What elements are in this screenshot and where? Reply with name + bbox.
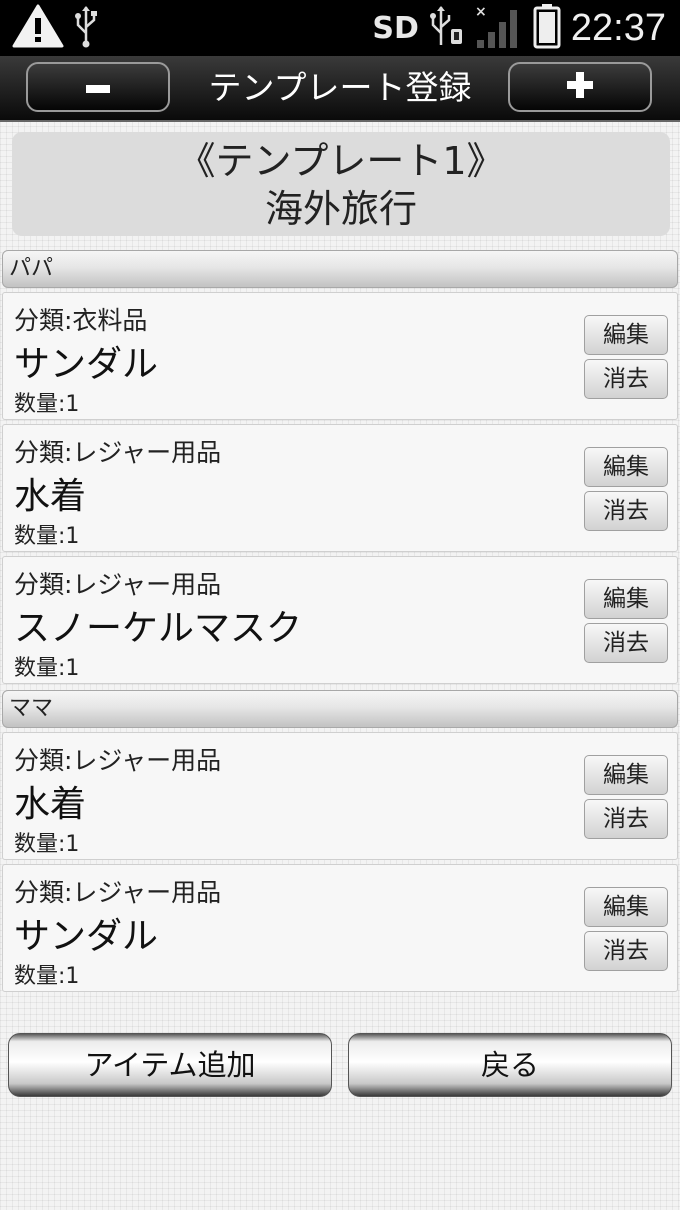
delete-button[interactable]: 消去 bbox=[584, 359, 668, 399]
usb-icon bbox=[429, 3, 463, 53]
list-item: 分類:衣料品 サンダル 数量:1 編集 消去 bbox=[2, 292, 678, 420]
item-category: 分類:レジャー用品 bbox=[14, 746, 222, 775]
template-header: 《テンプレート1》 海外旅行 bbox=[12, 132, 670, 236]
item-name: スノーケルマスク bbox=[14, 608, 303, 649]
edit-button[interactable]: 編集 bbox=[584, 447, 668, 487]
svg-text:×: × bbox=[475, 4, 487, 20]
clock: 22:37 bbox=[570, 6, 666, 49]
group-header: ママ bbox=[2, 690, 678, 728]
sd-label: SD bbox=[372, 10, 419, 46]
item-name: サンダル bbox=[14, 916, 159, 957]
item-name: 水着 bbox=[14, 476, 87, 517]
item-name: 水着 bbox=[14, 784, 87, 825]
item-quantity: 数量:1 bbox=[14, 832, 80, 857]
edit-button[interactable]: 編集 bbox=[584, 579, 668, 619]
edit-button[interactable]: 編集 bbox=[584, 315, 668, 355]
page-title: テンプレート登録 bbox=[208, 68, 472, 107]
item-category: 分類:レジャー用品 bbox=[14, 570, 222, 599]
delete-button[interactable]: 消去 bbox=[584, 931, 668, 971]
back-button[interactable]: 戻る bbox=[348, 1033, 672, 1097]
group-header: パパ bbox=[2, 250, 678, 288]
no-signal-icon: × bbox=[473, 2, 523, 54]
usb-icon bbox=[74, 3, 98, 53]
item-name: サンダル bbox=[14, 344, 159, 385]
item-quantity: 数量:1 bbox=[14, 392, 80, 417]
item-quantity: 数量:1 bbox=[14, 524, 80, 549]
item-quantity: 数量:1 bbox=[14, 964, 80, 989]
item-quantity: 数量:1 bbox=[14, 656, 80, 681]
plus-button[interactable] bbox=[508, 62, 652, 112]
edit-button[interactable]: 編集 bbox=[584, 887, 668, 927]
delete-button[interactable]: 消去 bbox=[584, 799, 668, 839]
plus-icon bbox=[567, 72, 593, 102]
item-category: 分類:レジャー用品 bbox=[14, 878, 222, 907]
warning-icon bbox=[12, 3, 64, 53]
title-bar: テンプレート登録 bbox=[0, 56, 680, 122]
add-item-button[interactable]: アイテム追加 bbox=[8, 1033, 332, 1097]
delete-button[interactable]: 消去 bbox=[584, 623, 668, 663]
minus-button[interactable] bbox=[26, 62, 170, 112]
minus-icon bbox=[86, 78, 110, 97]
item-category: 分類:レジャー用品 bbox=[14, 438, 222, 467]
list-item: 分類:レジャー用品 水着 数量:1 編集 消去 bbox=[2, 732, 678, 860]
template-label: 《テンプレート1》 bbox=[177, 139, 505, 183]
list-item: 分類:レジャー用品 サンダル 数量:1 編集 消去 bbox=[2, 864, 678, 992]
battery-icon bbox=[533, 3, 561, 53]
delete-button[interactable]: 消去 bbox=[584, 491, 668, 531]
template-name: 海外旅行 bbox=[264, 187, 417, 231]
list-item: 分類:レジャー用品 水着 数量:1 編集 消去 bbox=[2, 424, 678, 552]
edit-button[interactable]: 編集 bbox=[584, 755, 668, 795]
list-item: 分類:レジャー用品 スノーケルマスク 数量:1 編集 消去 bbox=[2, 556, 678, 684]
item-category: 分類:衣料品 bbox=[14, 306, 148, 335]
status-bar: SD × 22:37 bbox=[0, 0, 680, 56]
